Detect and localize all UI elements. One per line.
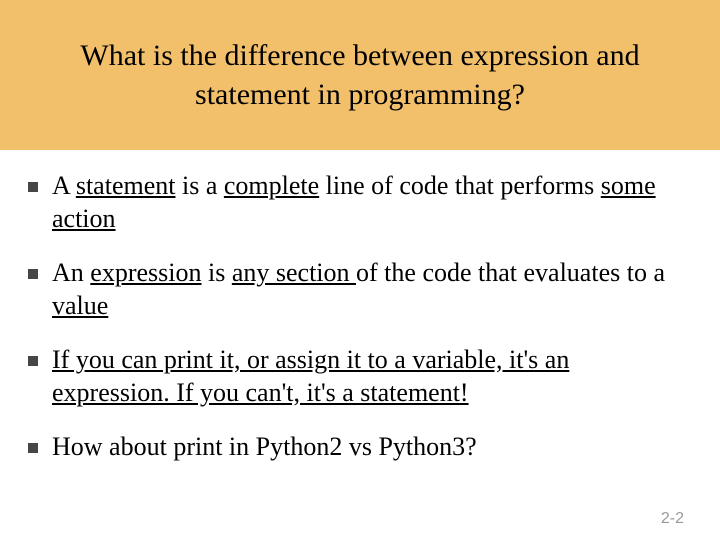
underline-fragment: complete [224,171,319,200]
underline-fragment: value [52,291,108,320]
text-fragment: is a [175,171,223,200]
bullet-icon [28,182,38,192]
slide-header: What is the difference between expressio… [0,0,720,150]
slide-content: A statement is a complete line of code t… [0,150,720,464]
list-item: If you can print it, or assign it to a v… [28,344,692,409]
page-number: 2-2 [661,510,684,528]
text-fragment: A [52,171,76,200]
list-item: How about print in Python2 vs Python3? [28,431,692,464]
bullet-text-2: An expression is any section of the code… [52,257,692,322]
bullet-icon [28,443,38,453]
text-fragment: of the code that evaluates to a [356,258,665,287]
slide-title: What is the difference between expressio… [40,36,680,114]
underline-fragment: statement [76,171,176,200]
text-fragment: line of code that performs [319,171,601,200]
underline-fragment: any section [232,258,356,287]
underline-fragment: expression [90,258,201,287]
bullet-icon [28,356,38,366]
list-item: An expression is any section of the code… [28,257,692,322]
list-item: A statement is a complete line of code t… [28,170,692,235]
text-fragment: is [201,258,231,287]
underline-fragment: If you can print it, or assign it to a v… [52,345,569,407]
bullet-text-4: How about print in Python2 vs Python3? [52,431,477,464]
bullet-text-3: If you can print it, or assign it to a v… [52,344,692,409]
bullet-icon [28,269,38,279]
bullet-text-1: A statement is a complete line of code t… [52,170,692,235]
text-fragment: An [52,258,90,287]
